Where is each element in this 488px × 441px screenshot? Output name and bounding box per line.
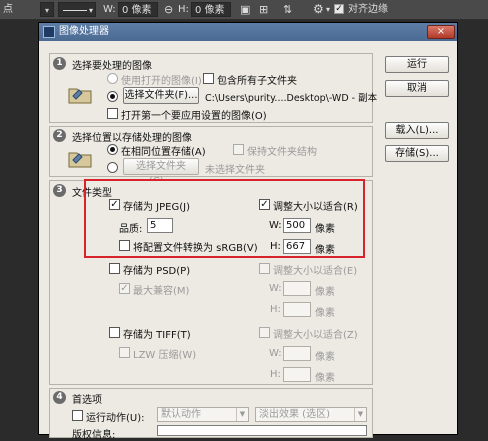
run-action-checkbox[interactable] [72, 410, 83, 421]
align-edges-checkbox[interactable]: ✓ [334, 4, 344, 14]
mode-dropdown[interactable]: ▾ [40, 2, 54, 17]
keep-folder-structure-label: 保持文件夹结构 [247, 147, 317, 158]
psd-height-input[interactable] [283, 302, 311, 317]
save-as-tiff-label: 存储为 TIFF(T) [123, 330, 191, 341]
stroke-style-dropdown[interactable]: ▾ [58, 2, 96, 17]
path-arrange-icon[interactable]: ⇅ [283, 2, 292, 17]
psd-width-unit: 像素 [315, 287, 335, 298]
folder-icon [68, 152, 92, 168]
lzw-compression-label: LZW 压缩(W) [133, 350, 197, 361]
section-2-number: 2 [53, 129, 66, 142]
open-first-image-checkbox[interactable] [107, 108, 118, 119]
chevron-down-icon: ▼ [236, 408, 248, 421]
width-label: W: [103, 4, 116, 15]
tiff-height-unit: 像素 [315, 373, 335, 384]
save-button[interactable]: 存储(S)... [385, 145, 449, 162]
save-as-tiff-checkbox[interactable] [109, 327, 120, 338]
load-button[interactable]: 载入(L)... [385, 122, 449, 139]
psd-width-label: W: [269, 283, 282, 294]
tiff-width-input[interactable] [283, 346, 311, 361]
lzw-compression-checkbox[interactable] [119, 347, 130, 358]
run-button[interactable]: 运行 [385, 56, 449, 73]
include-subfolders-label: 包含所有子文件夹 [217, 76, 297, 87]
link-icon[interactable]: ⊖ [164, 2, 173, 17]
width-input[interactable]: 0 像素 [118, 2, 158, 17]
psd-width-input[interactable] [283, 281, 311, 296]
align-edges-label: 对齐边缘 [348, 4, 388, 15]
use-open-images-label: 使用打开的图像(I) [121, 76, 202, 87]
tiff-width-unit: 像素 [315, 352, 335, 363]
chevron-down-icon: ▾ [88, 6, 93, 15]
save-as-psd-checkbox[interactable] [109, 263, 120, 274]
save-as-psd-label: 存储为 PSD(P) [123, 266, 191, 277]
path-ops-icon[interactable]: ▣ [240, 2, 250, 17]
save-same-location-radio[interactable] [107, 144, 118, 155]
tiff-height-input[interactable] [283, 367, 311, 382]
path-align-icon[interactable]: ⊞ [259, 2, 268, 17]
select-folder-radio[interactable] [107, 91, 118, 102]
action-value: 淡出效果 (选区) [259, 409, 330, 420]
chevron-down-icon[interactable]: ▾ [326, 2, 330, 17]
select-dest-folder-radio[interactable] [107, 162, 118, 173]
height-input[interactable]: 0 像素 [191, 2, 231, 17]
no-folder-selected-label: 未选择文件夹 [205, 165, 265, 176]
dialog-title: 图像处理器 [59, 26, 109, 37]
gear-icon[interactable]: ⚙ [313, 2, 324, 17]
save-same-location-label: 在相同位置存储(A) [121, 147, 206, 158]
psd-resize-checkbox[interactable] [259, 263, 270, 274]
highlight-box [84, 179, 365, 258]
cancel-button[interactable]: 取消 [385, 80, 449, 97]
max-compat-label: 最大兼容(M) [133, 286, 190, 297]
run-action-label: 运行动作(U): [86, 413, 145, 424]
close-button[interactable]: × [427, 25, 455, 39]
select-folder-button[interactable]: 选择文件夹(F)... [123, 87, 199, 104]
section-2-title: 选择位置以存储处理的图像 [72, 133, 192, 144]
tiff-width-label: W: [269, 348, 282, 359]
use-open-images-radio[interactable] [107, 73, 118, 84]
options-left-label: 点 [3, 4, 13, 15]
dialog-titlebar: 图像处理器 × [39, 23, 457, 41]
chevron-down-icon: ▼ [354, 408, 366, 421]
copyright-label: 版权信息: [72, 430, 116, 441]
psd-height-label: H: [270, 304, 281, 315]
action-set-value: 默认动作 [161, 409, 201, 420]
section-4-title: 首选项 [72, 395, 102, 406]
tiff-resize-label: 调整大小以适合(Z) [273, 330, 358, 341]
tiff-height-label: H: [270, 369, 281, 380]
section-3-number: 3 [53, 184, 66, 197]
max-compat-checkbox[interactable]: ✓ [119, 283, 130, 294]
section-4-number: 4 [53, 391, 66, 404]
photoshop-icon [43, 26, 55, 38]
select-dest-folder-button[interactable]: 选择文件夹(C)... [123, 158, 199, 187]
include-subfolders-checkbox[interactable] [203, 73, 214, 84]
keep-folder-structure-checkbox[interactable] [233, 144, 244, 155]
psd-height-unit: 像素 [315, 308, 335, 319]
psd-resize-label: 调整大小以适合(E) [273, 266, 358, 277]
action-set-select[interactable]: 默认动作 ▼ [157, 407, 249, 422]
options-bar: 点 ▾ ▾ W: 0 像素 ⊖ H: 0 像素 ▣ ⊞ ⇅ ⚙ ▾ ✓ 对齐边缘 [0, 0, 488, 20]
section-1-number: 1 [53, 57, 66, 70]
source-folder-path: C:\Users\purity....Desktop\-WD - 副本 [205, 93, 378, 104]
stroke-line-icon [63, 10, 87, 11]
tiff-resize-checkbox[interactable] [259, 327, 270, 338]
height-label: H: [178, 4, 189, 15]
folder-icon [68, 88, 92, 104]
section-1-title: 选择要处理的图像 [72, 61, 152, 72]
action-select[interactable]: 淡出效果 (选区) ▼ [255, 407, 367, 422]
open-first-image-label: 打开第一个要应用设置的图像(O) [121, 111, 267, 122]
copyright-input[interactable] [157, 425, 367, 436]
